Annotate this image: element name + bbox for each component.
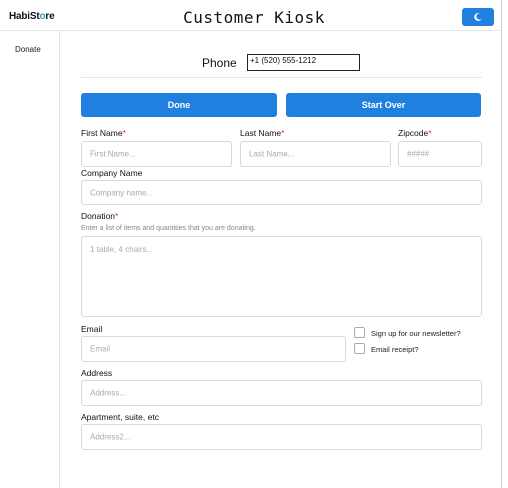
page-title: Customer Kiosk bbox=[183, 8, 325, 27]
address-placeholder: Address... bbox=[90, 388, 127, 398]
donation-help-text: Enter a list of items and quantities tha… bbox=[81, 225, 256, 232]
zipcode-placeholder: ##### bbox=[407, 149, 430, 159]
newsletter-checkbox-label: Sign up for our newsletter? bbox=[371, 329, 461, 338]
divider bbox=[81, 77, 482, 78]
donation-label: Donation* bbox=[81, 211, 119, 221]
sidebar-item-donate[interactable]: Donate bbox=[15, 45, 41, 54]
address-label: Address bbox=[81, 368, 113, 378]
address2-label: Apartment, suite, etc bbox=[81, 412, 159, 422]
first-name-field[interactable]: First Name... bbox=[81, 141, 232, 167]
newsletter-checkbox[interactable] bbox=[354, 327, 365, 338]
first-name-label: First Name* bbox=[81, 128, 126, 138]
email-placeholder: Email bbox=[90, 344, 111, 354]
sidebar: Donate bbox=[0, 31, 60, 488]
email-receipt-checkbox-label: Email receipt? bbox=[371, 345, 419, 354]
last-name-field[interactable]: Last Name... bbox=[240, 141, 391, 167]
done-button[interactable]: Done bbox=[81, 93, 277, 117]
top-bar: HabiStore Customer Kiosk bbox=[0, 0, 502, 31]
first-name-placeholder: First Name... bbox=[90, 149, 136, 159]
address2-placeholder: Address2... bbox=[90, 432, 131, 442]
email-field[interactable]: Email bbox=[81, 336, 346, 362]
donation-placeholder: 1 table, 4 chairs... bbox=[90, 245, 154, 254]
last-name-label: Last Name* bbox=[240, 128, 285, 138]
phone-label: Phone bbox=[202, 56, 237, 70]
company-name-label: Company Name bbox=[81, 168, 143, 178]
theme-toggle-button[interactable] bbox=[462, 8, 494, 26]
zipcode-label: Zipcode* bbox=[398, 128, 432, 138]
company-name-field[interactable]: Company name... bbox=[81, 180, 482, 205]
phone-input[interactable]: +1 (520) 555-1212 bbox=[247, 54, 360, 71]
address2-field[interactable]: Address2... bbox=[81, 424, 482, 450]
address-field[interactable]: Address... bbox=[81, 380, 482, 406]
email-receipt-checkbox[interactable] bbox=[354, 343, 365, 354]
zipcode-field[interactable]: ##### bbox=[398, 141, 482, 167]
moon-icon bbox=[474, 12, 482, 21]
company-name-placeholder: Company name... bbox=[90, 188, 154, 197]
last-name-placeholder: Last Name... bbox=[249, 149, 295, 159]
donation-textarea[interactable]: 1 table, 4 chairs... bbox=[81, 236, 482, 317]
start-over-button[interactable]: Start Over bbox=[286, 93, 481, 117]
email-label: Email bbox=[81, 324, 103, 334]
